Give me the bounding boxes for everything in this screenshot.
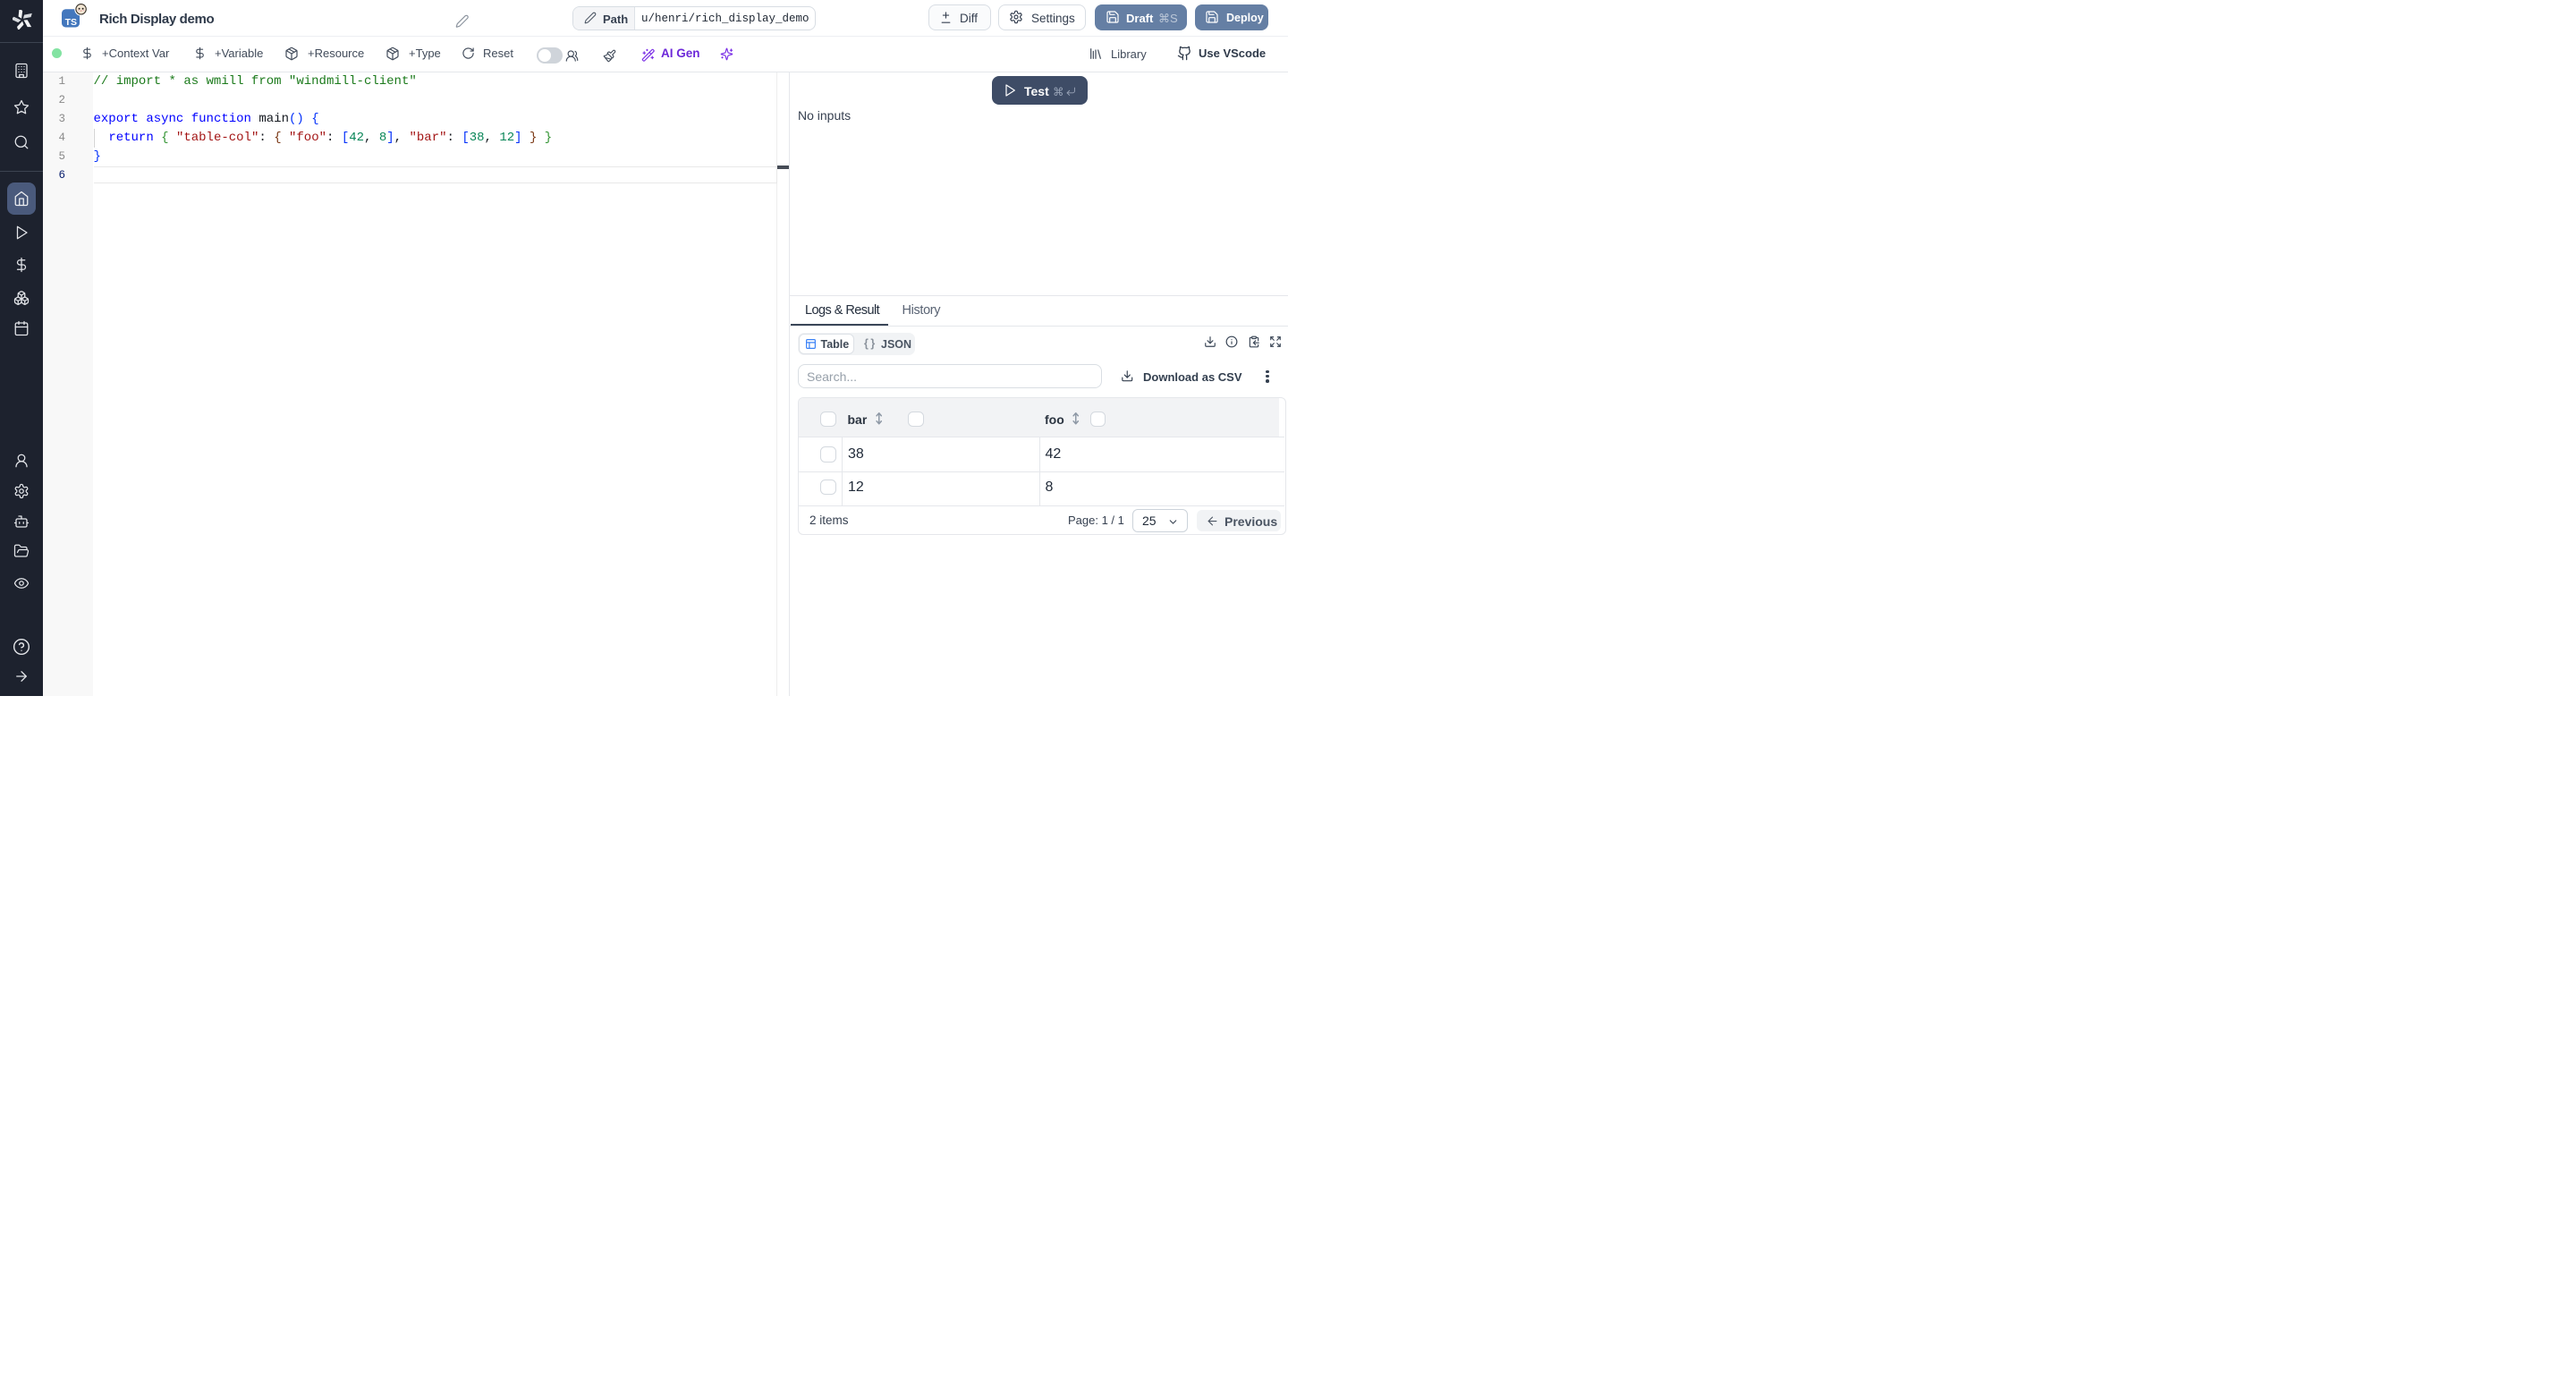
svg-text:TS: TS bbox=[65, 17, 77, 28]
